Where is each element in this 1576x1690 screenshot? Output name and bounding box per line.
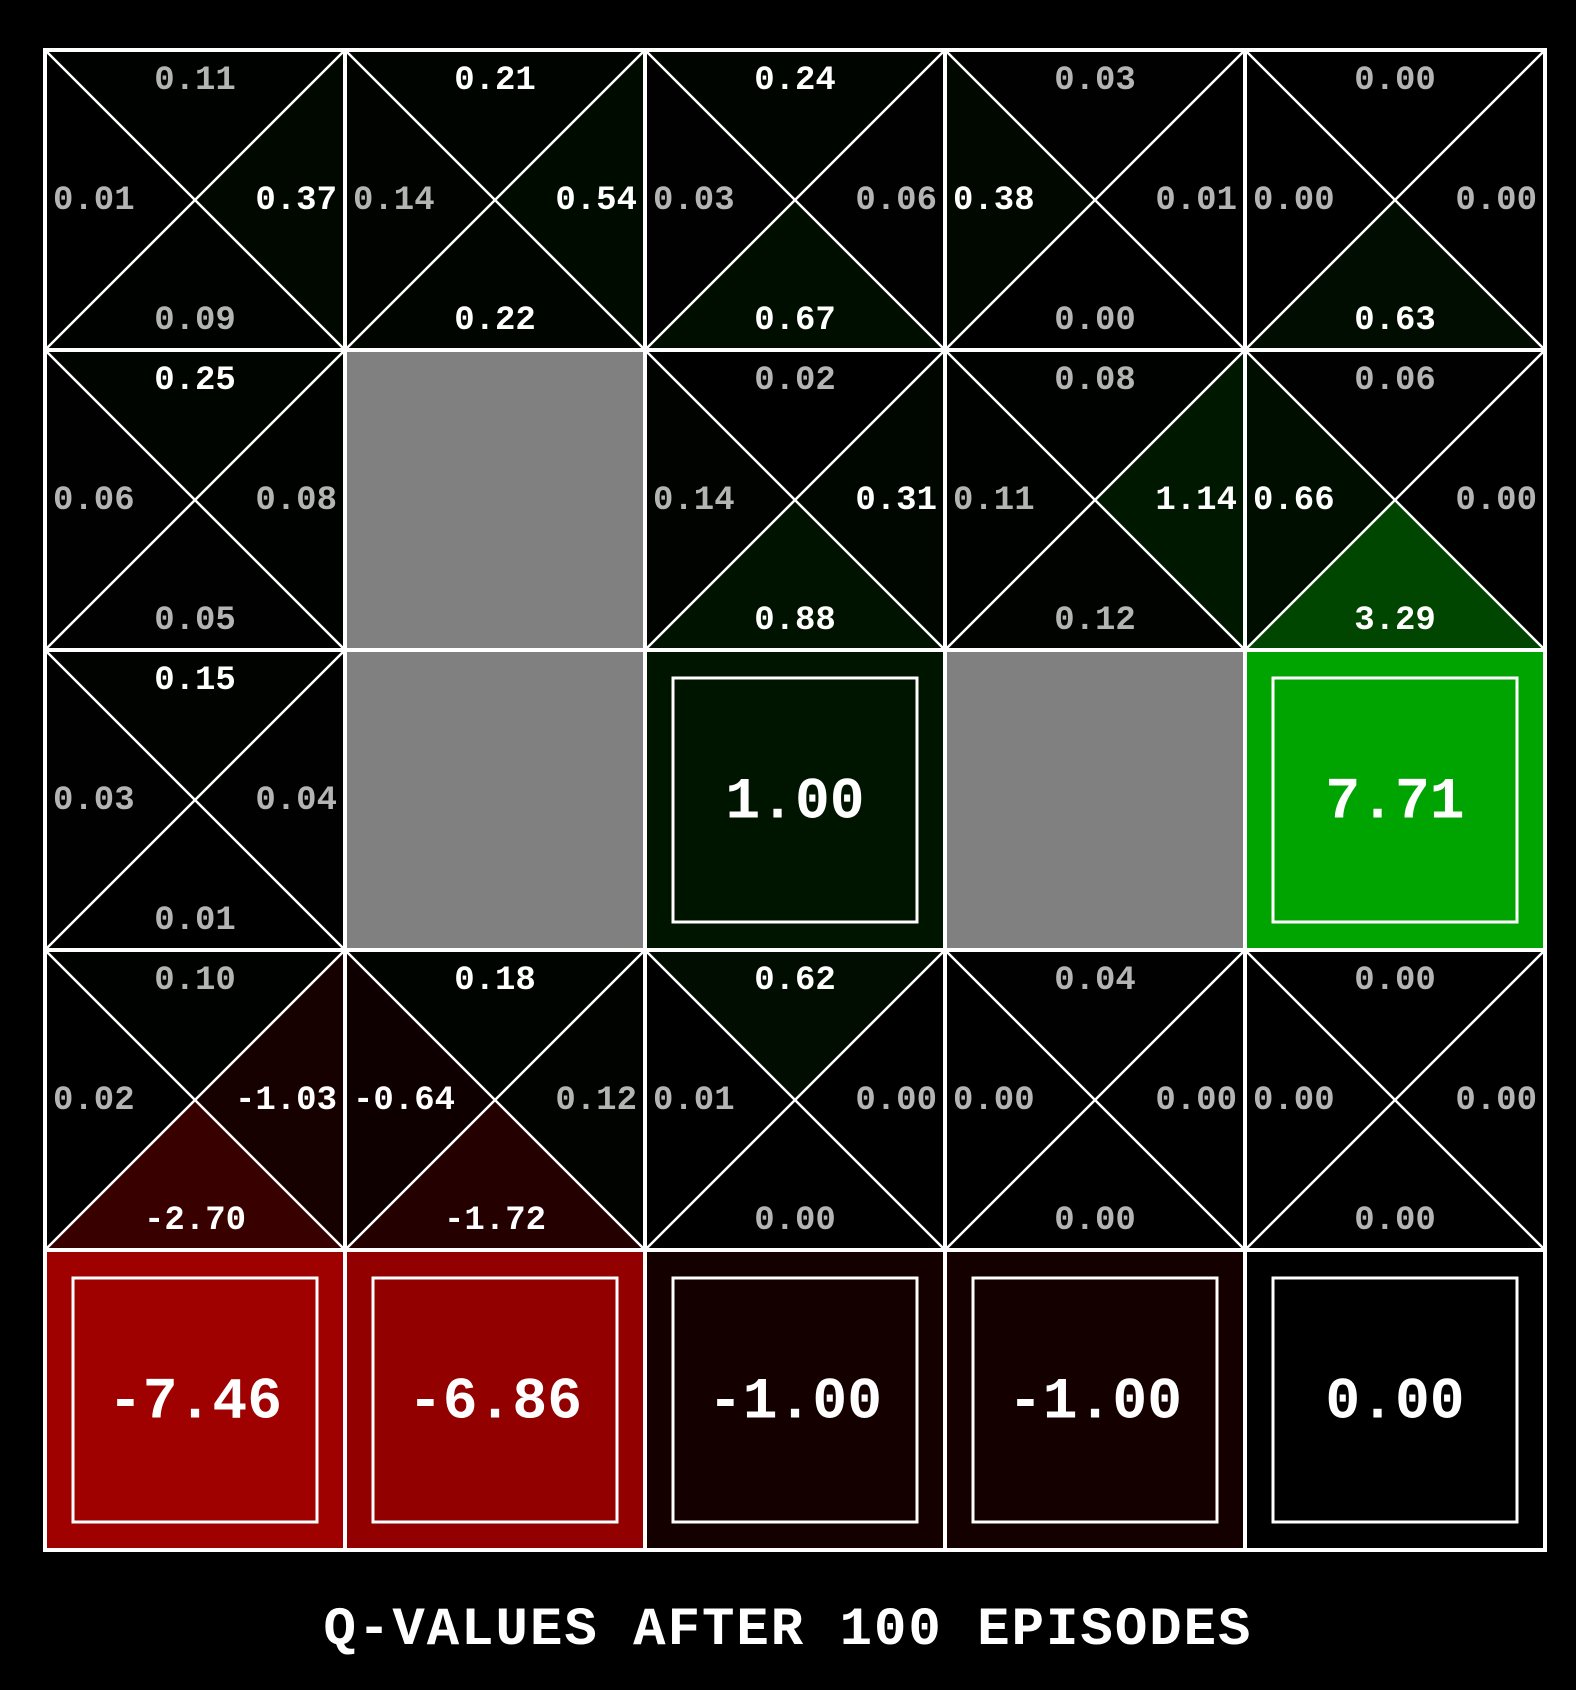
grid-cell-r2-c2: 1.00: [643, 648, 947, 952]
q-value-east: 1.14: [1155, 482, 1237, 520]
grid-cell-r2-c1: [343, 648, 647, 952]
q-value-north: 0.08: [1054, 362, 1136, 400]
grid-cell-r2-c0: 0.15 0.04 0.01 0.03: [43, 648, 347, 952]
q-value-south: 0.67: [754, 302, 836, 340]
q-value-west: 0.00: [1253, 182, 1335, 220]
q-value-north: 0.06: [1354, 362, 1436, 400]
grid-cell-r4-c0: -7.46: [43, 1248, 347, 1552]
q-value-west: 0.02: [53, 1082, 135, 1120]
wall-block: [345, 350, 645, 650]
q-value-east: 0.00: [1455, 1082, 1537, 1120]
grid-cell-r1-c3: 0.08 1.14 0.12 0.11: [943, 348, 1247, 652]
grid-cell-r0-c1: 0.21 0.54 0.22 0.14: [343, 48, 647, 352]
q-value-west: 0.01: [653, 1082, 735, 1120]
q-value-north: 0.02: [754, 362, 836, 400]
q-value-north: 0.11: [154, 62, 236, 100]
q-value-north: 0.62: [754, 962, 836, 1000]
q-value-south: 0.22: [454, 302, 536, 340]
q-value-south: 0.63: [1354, 302, 1436, 340]
grid-cell-r0-c2: 0.24 0.06 0.67 0.03: [643, 48, 947, 352]
terminal-value: 7.71: [1325, 770, 1464, 835]
q-value-south: 0.00: [1354, 1202, 1436, 1240]
q-value-east: 0.12: [555, 1082, 637, 1120]
caption: Q-VALUES AFTER 100 EPISODES: [323, 1600, 1253, 1661]
q-value-south: 0.88: [754, 602, 836, 640]
q-value-east: 0.00: [1155, 1082, 1237, 1120]
terminal-value: -6.86: [408, 1370, 582, 1435]
q-value-east: 0.06: [855, 182, 937, 220]
q-value-north: 0.15: [154, 662, 236, 700]
grid-cell-r3-c0: 0.10 -1.03 -2.70 0.02: [43, 948, 347, 1252]
q-value-east: 0.00: [1455, 182, 1537, 220]
q-value-east: 0.01: [1155, 182, 1237, 220]
q-value-north: 0.18: [454, 962, 536, 1000]
q-value-west: 0.01: [53, 182, 135, 220]
q-value-west: 0.66: [1253, 482, 1335, 520]
q-value-north: 0.04: [1054, 962, 1136, 1000]
grid-cell-r4-c3: -1.00: [943, 1248, 1247, 1552]
terminal-value: -1.00: [1008, 1370, 1182, 1435]
grid-cell-r2-c3: [943, 648, 1247, 952]
q-value-west: 0.00: [1253, 1082, 1335, 1120]
q-value-west: 0.38: [953, 182, 1035, 220]
q-value-north: 0.03: [1054, 62, 1136, 100]
q-value-west: -0.64: [353, 1082, 455, 1120]
q-value-west: 0.14: [653, 482, 735, 520]
q-value-west: 0.14: [353, 182, 435, 220]
q-value-north: 0.21: [454, 62, 536, 100]
q-value-south: 0.00: [1054, 302, 1136, 340]
grid-cell-r4-c4: 0.00: [1243, 1248, 1547, 1552]
q-value-north: 0.24: [754, 62, 836, 100]
q-value-south: 0.09: [154, 302, 236, 340]
grid-cell-r1-c4: 0.06 0.00 3.29 0.66: [1243, 348, 1547, 652]
q-value-west: 0.06: [53, 482, 135, 520]
grid-cell-r0-c4: 0.00 0.00 0.63 0.00: [1243, 48, 1547, 352]
terminal-value: 1.00: [725, 770, 864, 835]
grid-cell-r3-c2: 0.62 0.00 0.00 0.01: [643, 948, 947, 1252]
q-value-south: 0.00: [1054, 1202, 1136, 1240]
q-value-west: 0.03: [653, 182, 735, 220]
q-value-gridworld: 0.11 0.37 0.09 0.01 0.21 0.54 0.22 0.14 0.24 0.06…: [43, 48, 1547, 1552]
q-value-east: 0.04: [255, 782, 337, 820]
q-value-east: 0.08: [255, 482, 337, 520]
q-value-east: 0.31: [855, 482, 937, 520]
terminal-value: -7.46: [108, 1370, 282, 1435]
grid-cell-r3-c3: 0.04 0.00 0.00 0.00: [943, 948, 1247, 1252]
terminal-value: -1.00: [708, 1370, 882, 1435]
q-value-east: 0.00: [855, 1082, 937, 1120]
grid-cell-r4-c2: -1.00: [643, 1248, 947, 1552]
q-value-north: 0.00: [1354, 62, 1436, 100]
wall-block: [945, 650, 1245, 950]
q-value-east: 0.37: [255, 182, 337, 220]
terminal-value: 0.00: [1325, 1370, 1464, 1435]
grid-cell-r1-c1: [343, 348, 647, 652]
q-value-north: 0.10: [154, 962, 236, 1000]
q-value-east: 0.54: [555, 182, 637, 220]
q-value-south: 3.29: [1354, 602, 1436, 640]
q-value-east: -1.03: [235, 1082, 337, 1120]
q-value-south: -1.72: [444, 1202, 546, 1240]
grid-cell-r1-c0: 0.25 0.08 0.05 0.06: [43, 348, 347, 652]
q-value-north: 0.00: [1354, 962, 1436, 1000]
grid-cell-r1-c2: 0.02 0.31 0.88 0.14: [643, 348, 947, 652]
q-value-west: 0.03: [53, 782, 135, 820]
q-value-south: 0.12: [1054, 602, 1136, 640]
grid-cell-r0-c0: 0.11 0.37 0.09 0.01: [43, 48, 347, 352]
q-value-west: 0.00: [953, 1082, 1035, 1120]
q-value-south: 0.00: [754, 1202, 836, 1240]
grid-cell-r0-c3: 0.03 0.01 0.00 0.38: [943, 48, 1247, 352]
wall-block: [345, 650, 645, 950]
q-value-south: 0.05: [154, 602, 236, 640]
grid-cell-r3-c1: 0.18 0.12 -1.72 -0.64: [343, 948, 647, 1252]
q-value-north: 0.25: [154, 362, 236, 400]
q-value-south: -2.70: [144, 1202, 246, 1240]
q-value-west: 0.11: [953, 482, 1035, 520]
q-value-east: 0.00: [1455, 482, 1537, 520]
grid-cell-r3-c4: 0.00 0.00 0.00 0.00: [1243, 948, 1547, 1252]
grid-cell-r4-c1: -6.86: [343, 1248, 647, 1552]
grid-cell-r2-c4: 7.71: [1243, 648, 1547, 952]
q-value-south: 0.01: [154, 902, 236, 940]
